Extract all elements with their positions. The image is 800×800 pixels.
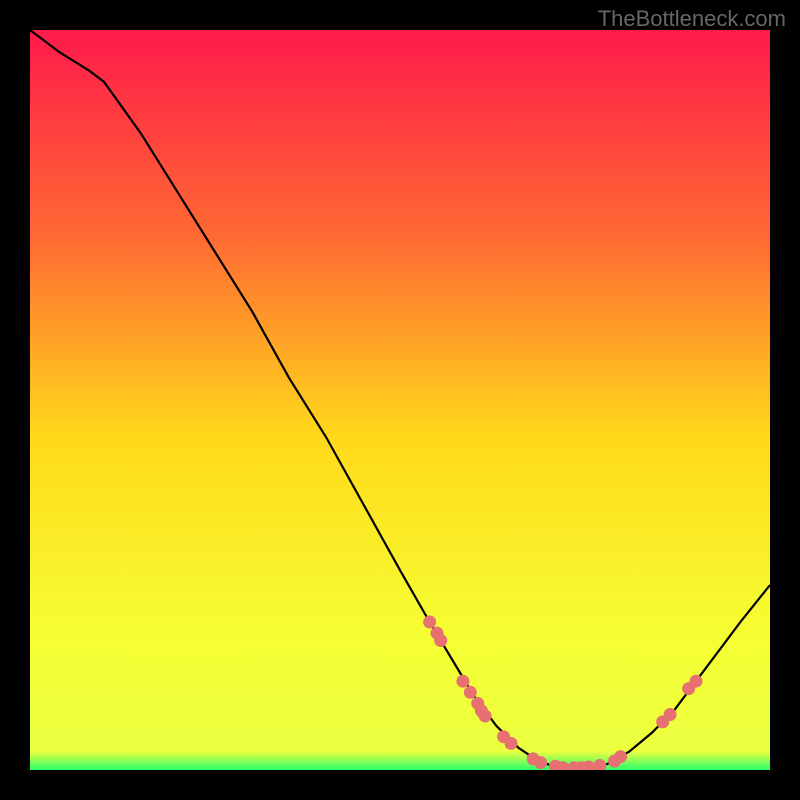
data-dot bbox=[614, 750, 627, 763]
watermark-text: TheBottleneck.com bbox=[598, 6, 786, 32]
chart-svg bbox=[30, 30, 770, 770]
data-dot bbox=[505, 737, 518, 750]
data-dot bbox=[479, 709, 492, 722]
data-dot bbox=[664, 708, 677, 721]
chart-plot-area bbox=[30, 30, 770, 770]
chart-background bbox=[30, 30, 770, 770]
data-dot bbox=[690, 675, 703, 688]
data-dot bbox=[534, 756, 547, 769]
data-dot bbox=[434, 634, 447, 647]
data-dot bbox=[456, 675, 469, 688]
data-dot bbox=[423, 616, 436, 629]
data-dot bbox=[464, 686, 477, 699]
